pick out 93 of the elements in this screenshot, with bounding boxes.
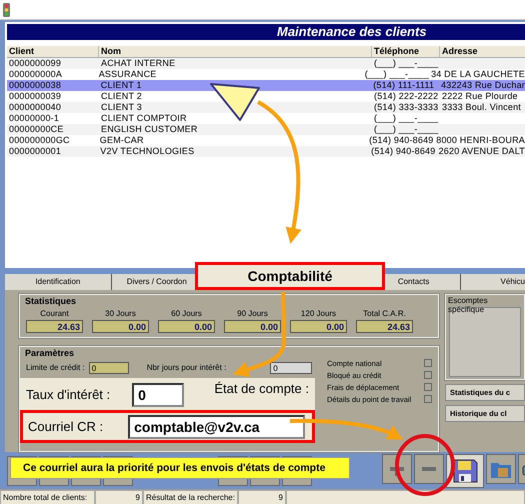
amount-field: 0.00: [158, 320, 215, 333]
input-field[interactable]: 0: [132, 382, 184, 406]
field-label: État de compte :: [214, 381, 309, 396]
input-field[interactable]: 0: [88, 362, 129, 374]
toolbar-button[interactable]: [486, 454, 516, 484]
table-cell: 000000000A: [9, 69, 62, 79]
table-row[interactable]: 0000000040 CLIENT 3 (514) 333-3333 3333 Boul. Vincent: [7, 102, 525, 113]
tab[interactable]: Véhicu: [500, 277, 525, 286]
tab[interactable]: Divers / Coordon: [126, 277, 187, 286]
pointer-icon: [210, 83, 260, 121]
table-cell: (___) ___-____: [374, 113, 438, 123]
table-cell: GEM-CAR: [100, 135, 144, 145]
table-cell: 0000000001: [9, 146, 62, 156]
table-cell: 00000000CE: [9, 124, 64, 134]
table-cell: (___) ___-____: [374, 58, 438, 68]
table-cell: (514) 940-8649: [369, 135, 434, 145]
table-cell: CLIENT 2: [101, 91, 142, 101]
amount-field: 24.63: [26, 320, 83, 333]
table-row[interactable]: 000000000GC GEM-CAR (514) 940-8649 8000 HENRI-BOURA: [7, 135, 525, 146]
status-label: Résultat de la recherche:: [146, 493, 235, 502]
table-cell: (514) 111-1111: [373, 80, 434, 90]
column-header[interactable]: Téléphone: [372, 46, 440, 57]
table-row[interactable]: 00000000-1 CLIENT COMPTOIR (___) ___-____: [7, 113, 525, 124]
field-label: Taux d'intérêt :: [26, 387, 110, 402]
input-field[interactable]: comptable@v2v.ca: [128, 414, 306, 438]
callout-tooltip: Ce courriel aura la priorité pour les envois d'états de compte: [10, 457, 350, 479]
table-cell: 00000000-1: [9, 113, 60, 123]
field-label: Nbr jours pour intérêt :: [146, 363, 226, 372]
table-cell: 000000000GC: [9, 135, 70, 145]
field-label: Limite de crédit :: [26, 363, 85, 372]
table-cell: ENGLISH CUSTOMER: [101, 124, 198, 134]
table-cell: ACHAT INTERNE: [101, 58, 176, 68]
table-cell: 2620 AVENUE DALT: [438, 146, 525, 156]
field-label: 60 Jours: [171, 309, 202, 318]
table-cell: (514) 940-8649: [371, 146, 436, 156]
table-cell: CLIENT 1: [100, 80, 142, 90]
highlight-circle: [395, 434, 455, 496]
table-cell: V2V TECHNOLOGIES: [100, 146, 194, 156]
table-cell: (514) 222-2222: [374, 91, 438, 101]
checkbox[interactable]: [424, 383, 432, 391]
table-cell: CLIENT 3: [101, 102, 142, 112]
table-cell: 0000000039: [9, 91, 62, 101]
group-title: Paramètres: [25, 348, 74, 358]
column-header[interactable]: Client: [7, 46, 99, 57]
table-cell: 8000 HENRI-BOURA: [436, 135, 525, 145]
status-value: 9: [136, 493, 140, 502]
callout-label: Comptabilité: [248, 268, 332, 284]
table-row[interactable]: 00000000CE ENGLISH CUSTOMER (___) ___-____: [7, 124, 525, 135]
window-title: Maintenance des clients: [5, 22, 525, 42]
amount-field: 0.00: [290, 320, 347, 333]
field-label: Courant: [40, 309, 69, 318]
field-label: 30 Jours: [105, 309, 136, 318]
table-cell: 2222 Rue Plourde: [442, 91, 518, 101]
amount-field: 24.63: [356, 320, 413, 333]
amount-field: 0.00: [224, 320, 281, 333]
checkbox[interactable]: [424, 359, 432, 367]
field-label: Total C.A.R.: [363, 309, 406, 318]
input-field[interactable]: 0: [270, 362, 312, 374]
field-label: 120 Jours: [300, 309, 336, 318]
table-cell: CLIENT COMPTOIR: [101, 113, 187, 123]
table-row[interactable]: 0000000099 ACHAT INTERNE (___) ___-____: [7, 58, 525, 69]
amount-field: 0.00: [92, 320, 149, 333]
group-title: Statistiques: [25, 296, 76, 306]
discount-list[interactable]: [449, 307, 521, 377]
table-cell: 0000000040: [9, 102, 62, 112]
minus-icon: [422, 466, 436, 470]
table-row[interactable]: 000000000A ASSURANCE (___) ___-____ 34 DE LA GAUCHETE: [7, 69, 525, 80]
table-cell: ASSURANCE: [98, 69, 157, 79]
remove-button[interactable]: [414, 454, 444, 484]
checkbox[interactable]: [424, 371, 432, 379]
table-cell: (514) 333-3333: [374, 102, 438, 112]
table-cell: 3333 Boul. Vincent: [442, 102, 521, 112]
table-cell: 34 DE LA GAUCHETE: [431, 69, 525, 79]
status-value: 9: [278, 493, 283, 502]
table-row[interactable]: 0000000038 CLIENT 1 (514) 111-1111 432243 Rue Duchar: [7, 80, 525, 91]
tab[interactable]: Identification: [35, 277, 80, 286]
traffic-light-icon: [3, 2, 10, 16]
table-cell: 0000000099: [9, 58, 62, 68]
table-cell: 432243 Rue Duchar: [441, 80, 525, 90]
tab[interactable]: Contacts: [398, 277, 430, 286]
save-button[interactable]: [446, 454, 484, 488]
table-cell: 0000000038: [9, 80, 62, 90]
table-row[interactable]: 0000000039 CLIENT 2 (514) 222-2222 2222 Rue Plourde: [7, 91, 525, 102]
column-header[interactable]: Adresse: [440, 46, 525, 57]
table-row[interactable]: 0000000001 V2V TECHNOLOGIES (514) 940-8649 2620 AVENUE DALT: [7, 146, 525, 157]
table-cell: (___) ___-____: [364, 69, 430, 79]
group-title: Escomptes spécifique: [448, 296, 489, 314]
checkbox[interactable]: [424, 395, 432, 403]
status-label: Nombre total de clients:: [3, 493, 88, 502]
field-label: 90 Jours: [237, 309, 268, 318]
column-header[interactable]: Nom: [99, 46, 372, 57]
field-label: Courriel CR :: [28, 419, 104, 434]
table-cell: (___) ___-____: [374, 124, 438, 134]
